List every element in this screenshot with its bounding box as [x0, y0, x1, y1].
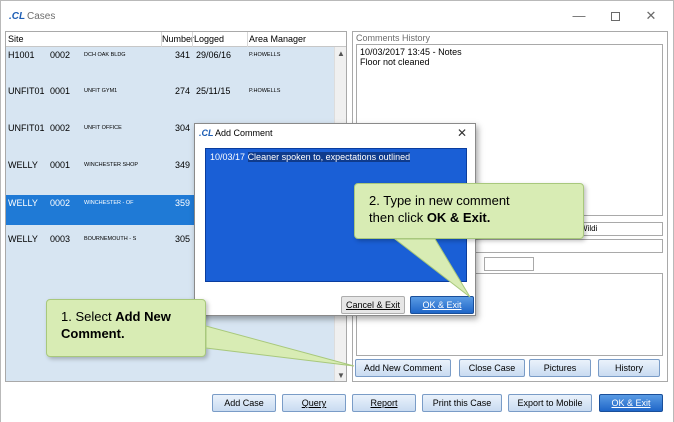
instruction-callout-step1: 1. Select Add New Comment.: [46, 299, 355, 367]
column-header-site[interactable]: Site: [8, 34, 24, 44]
close-case-button[interactable]: Close Case: [459, 359, 525, 377]
status-bar: [1, 415, 673, 422]
scroll-down-icon[interactable]: ▼: [337, 371, 345, 380]
ok-exit-button[interactable]: OK & Exit: [599, 394, 663, 412]
column-header-number[interactable]: Number: [162, 34, 194, 44]
callout-pointer-icon: [393, 238, 471, 298]
print-case-button[interactable]: Print this Case: [422, 394, 502, 412]
comments-history-label: Comments History: [356, 33, 431, 43]
query-button[interactable]: Query: [282, 394, 346, 412]
pictures-button[interactable]: Pictures: [529, 359, 591, 377]
minimize-icon[interactable]: —: [563, 5, 595, 27]
grid-header: Site Number Logged Area Manager: [6, 32, 346, 47]
table-row[interactable]: H1001 0002 DCH OAK BLDG 341 29/06/16 P.H…: [6, 47, 334, 77]
app-logo-icon: .CL: [199, 128, 214, 138]
export-mobile-button[interactable]: Export to Mobile: [508, 394, 592, 412]
detail-field-1[interactable]: Wildi: [576, 222, 663, 236]
add-case-button[interactable]: Add Case: [212, 394, 276, 412]
table-row[interactable]: UNFIT01 0001 UNFIT GYM1 274 25/11/15 P.H…: [6, 83, 334, 113]
add-new-comment-button[interactable]: Add New Comment: [355, 359, 451, 377]
scroll-up-icon[interactable]: ▲: [337, 49, 345, 58]
cancel-exit-button[interactable]: Cancel & Exit: [341, 296, 405, 314]
instruction-callout-step2: 2. Type in new comment then click OK & E…: [354, 183, 584, 298]
callout-pointer-icon: [205, 325, 355, 367]
title-bar: .CL Cases — ✕: [1, 1, 673, 31]
maximize-icon[interactable]: [599, 5, 631, 27]
history-button[interactable]: History: [598, 359, 660, 377]
dialog-title-bar: .CL Add Comment ✕: [195, 124, 475, 144]
window-title: Cases: [27, 11, 56, 22]
dialog-title: Add Comment: [215, 128, 273, 138]
column-header-logged[interactable]: Logged: [194, 34, 224, 44]
comment-date: 10/03/17: [210, 152, 246, 162]
dialog-close-icon[interactable]: ✕: [457, 126, 467, 140]
dialog-ok-exit-button[interactable]: OK & Exit: [410, 296, 474, 314]
report-button[interactable]: Report: [352, 394, 416, 412]
app-logo-icon: .CL: [9, 11, 26, 22]
detail-field-3[interactable]: [484, 257, 534, 271]
column-header-area-manager[interactable]: Area Manager: [249, 34, 306, 44]
close-icon[interactable]: ✕: [635, 5, 667, 27]
comment-text: Cleaner spoken to, expectations outlined: [247, 152, 411, 162]
